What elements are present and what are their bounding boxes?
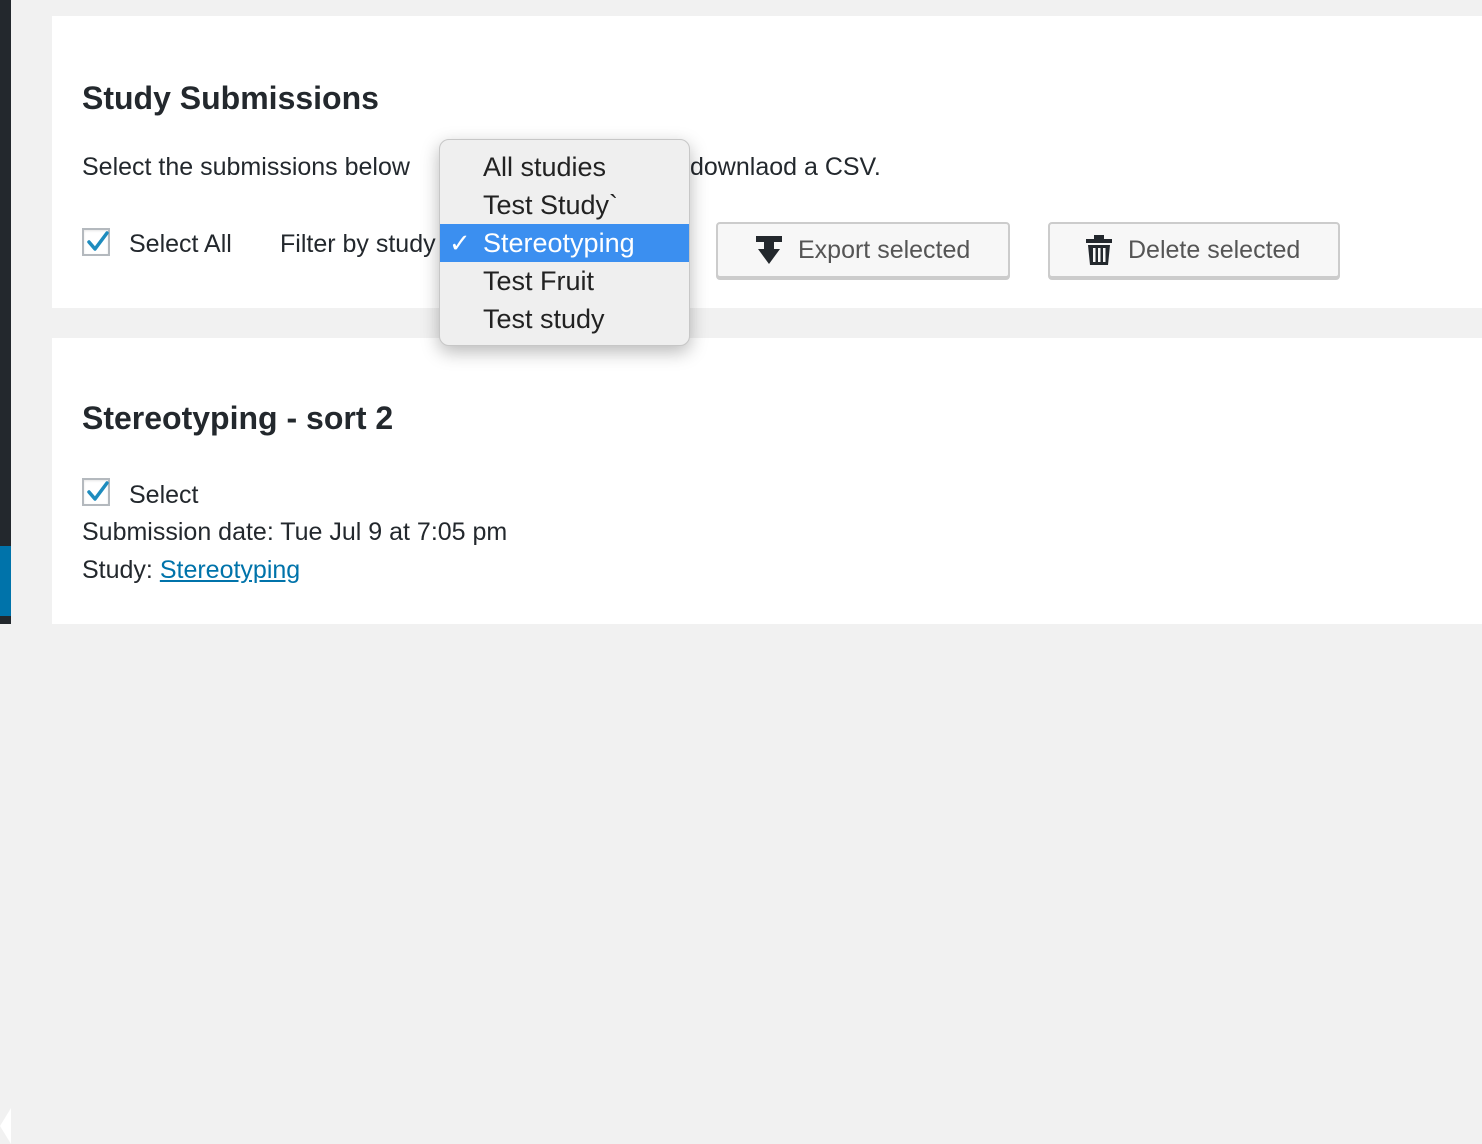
dropdown-option-test-study-backtick[interactable]: Test Study`	[440, 186, 689, 224]
study-filter-dropdown-menu[interactable]: All studies Test Study` ✓ Stereotyping T…	[439, 139, 690, 346]
select-all-label[interactable]: Select All	[129, 230, 232, 259]
submission-title: Stereotyping - sort 2	[82, 400, 394, 436]
study-link[interactable]: Stereotyping	[160, 556, 300, 584]
page-title: Study Submissions	[82, 80, 379, 116]
collapse-arrow-icon	[0, 1108, 11, 1144]
checkmark-icon: ✓	[449, 228, 471, 258]
select-all-checkbox[interactable]	[82, 228, 110, 256]
delete-selected-label: Delete selected	[1128, 235, 1301, 264]
submission-card: Stereotyping - sort 2 Select Submission …	[52, 338, 1482, 624]
submission-select-checkbox[interactable]	[82, 478, 110, 506]
instructions-text-tail: downlaod a CSV.	[690, 153, 881, 181]
export-selected-label: Export selected	[798, 235, 971, 264]
submission-select-label[interactable]: Select	[129, 481, 198, 510]
download-icon	[754, 234, 784, 266]
dropdown-option-test-study[interactable]: Test study	[440, 300, 689, 338]
delete-selected-button[interactable]: Delete selected	[1048, 222, 1340, 278]
collapse-menu-button[interactable]	[0, 546, 11, 1144]
dropdown-option-test-fruit[interactable]: Test Fruit	[440, 262, 689, 300]
study-submissions-panel: Study Submissions Select the submissions…	[52, 16, 1482, 308]
dropdown-option-stereotyping[interactable]: ✓ Stereotyping	[440, 224, 689, 262]
submission-study-label: Study:	[82, 556, 153, 584]
checkmark-icon	[87, 231, 109, 251]
export-selected-button[interactable]: Export selected	[716, 222, 1010, 278]
submission-study-row: Study: Stereotyping	[82, 556, 300, 585]
filter-label: Filter by study	[280, 230, 436, 258]
admin-sidebar	[0, 0, 11, 624]
submission-date-row: Submission date: Tue Jul 9 at 7:05 pm	[82, 518, 507, 547]
checkmark-icon	[87, 481, 109, 501]
dropdown-option-all-studies[interactable]: All studies	[440, 148, 689, 186]
trash-icon	[1084, 234, 1114, 266]
instructions-text: Select the submissions below	[82, 153, 410, 181]
submission-date-value: Tue Jul 9 at 7:05 pm	[280, 518, 508, 546]
submission-date-label: Submission date:	[82, 518, 274, 546]
